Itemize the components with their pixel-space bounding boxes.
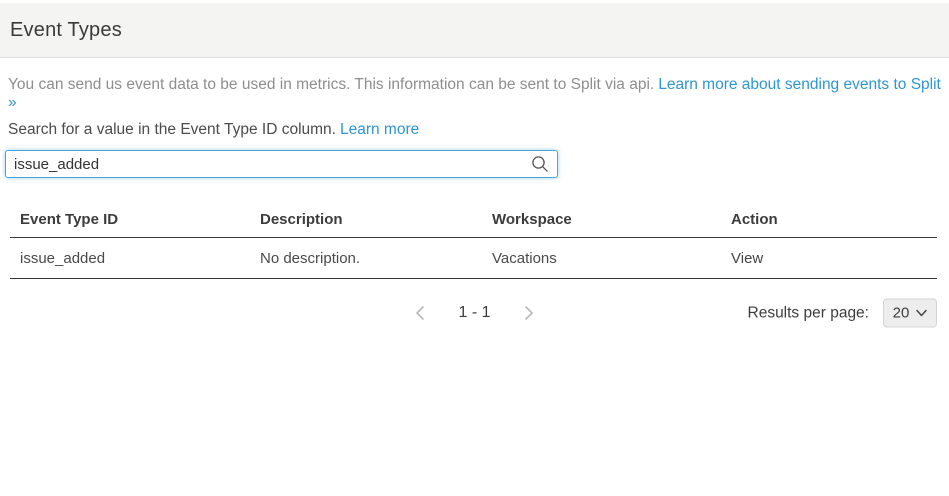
cell-description: No description.	[250, 250, 482, 267]
intro-text: You can send us event data to be used in…	[8, 76, 949, 112]
cell-event-type-id: issue_added	[10, 250, 250, 267]
learn-more-link[interactable]: Learn more	[340, 121, 419, 138]
page-title: Event Types	[10, 19, 122, 42]
chevron-down-icon	[916, 310, 927, 317]
search-hint: Search for a value in the Event Type ID …	[8, 121, 949, 139]
results-per-page-label: Results per page:	[748, 304, 870, 322]
pagination-bar: 1 - 1 Results per page: 20	[0, 298, 949, 328]
column-header-workspace: Workspace	[482, 211, 721, 228]
intro-description: You can send us event data to be used in…	[8, 76, 654, 93]
column-header-description: Description	[250, 211, 482, 228]
pager: 1 - 1	[414, 304, 534, 322]
results-per-page: Results per page: 20	[748, 299, 938, 328]
cell-workspace: Vacations	[482, 250, 721, 267]
search-box	[5, 150, 558, 178]
search-hint-text: Search for a value in the Event Type ID …	[8, 121, 336, 138]
table-header-row: Event Type ID Description Workspace Acti…	[10, 202, 937, 238]
results-per-page-value: 20	[893, 305, 910, 322]
event-types-table: Event Type ID Description Workspace Acti…	[10, 202, 937, 279]
view-action-link[interactable]: View	[731, 250, 763, 267]
previous-page-icon[interactable]	[414, 305, 426, 321]
column-header-action: Action	[721, 211, 937, 228]
event-types-page: Event Types You can send us event data t…	[0, 0, 949, 496]
search-input[interactable]	[5, 150, 558, 178]
results-per-page-select[interactable]: 20	[883, 299, 937, 328]
table-row: issue_added No description. Vacations Vi…	[10, 238, 937, 279]
page-header: Event Types	[0, 3, 949, 58]
next-page-icon[interactable]	[523, 305, 535, 321]
page-range: 1 - 1	[458, 304, 490, 322]
column-header-event-type-id: Event Type ID	[10, 211, 250, 228]
